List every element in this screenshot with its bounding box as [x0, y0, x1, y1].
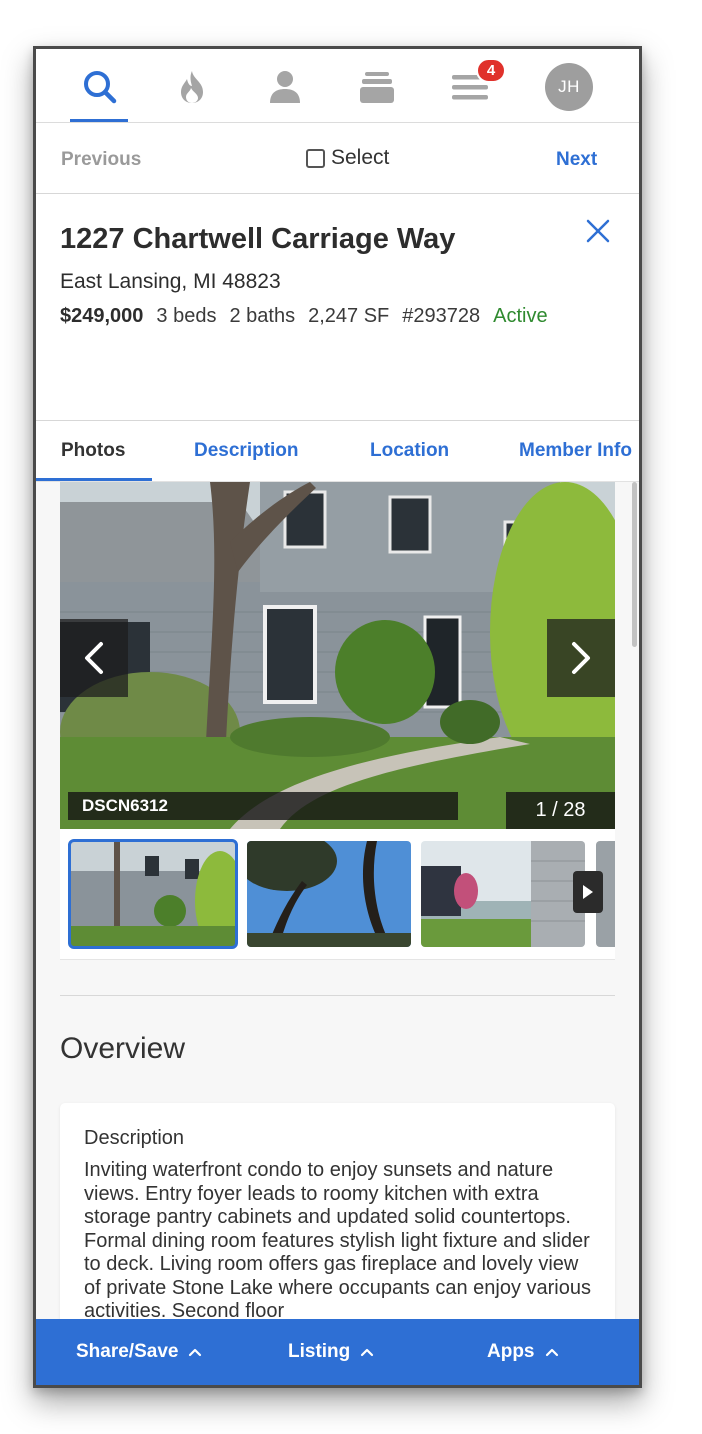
active-tab-indicator: [36, 478, 152, 481]
listing-header: 1227 Chartwell Carriage Way East Lansing…: [36, 195, 639, 421]
photo-counter: 1 / 28: [506, 792, 615, 829]
next-button[interactable]: Next: [556, 149, 597, 171]
tab-location[interactable]: Location: [370, 440, 449, 462]
flame-icon[interactable]: [172, 67, 212, 107]
photo-caption: DSCN6312: [68, 792, 458, 820]
tab-description[interactable]: Description: [194, 440, 299, 462]
content-area[interactable]: DSCN6312 1 / 28 Overview Description Inv…: [36, 482, 639, 1319]
tab-member-info[interactable]: Member Info: [519, 440, 632, 462]
listing-city: East Lansing, MI 48823: [60, 270, 281, 293]
select-control[interactable]: Select: [306, 146, 389, 170]
select-label: Select: [331, 146, 390, 169]
active-nav-indicator: [70, 119, 128, 122]
listing-menu-button[interactable]: Listing: [288, 1341, 374, 1363]
top-nav: 4 JH: [36, 49, 639, 123]
section-divider: [60, 995, 615, 996]
listing-mls-number: #293728: [402, 305, 481, 327]
scrollbar[interactable]: [632, 482, 637, 647]
search-icon[interactable]: [80, 67, 120, 107]
house-photo: [60, 482, 615, 829]
chevron-up-icon: [545, 1348, 558, 1357]
listing-price: $249,000: [60, 305, 144, 327]
app-frame: 4 JH Previous Select Next 1227 Chartwell…: [33, 46, 642, 1388]
next-photo-button[interactable]: [547, 619, 615, 697]
description-label: Description: [84, 1127, 185, 1149]
listing-menu-label: Listing: [288, 1341, 351, 1362]
share-save-button[interactable]: Share/Save: [76, 1341, 202, 1363]
select-checkbox[interactable]: [306, 148, 325, 168]
thumbnail[interactable]: [247, 841, 411, 947]
listing-tabs: Photos Description Location Member Info: [36, 422, 639, 482]
user-avatar[interactable]: JH: [545, 63, 593, 111]
main-photo[interactable]: DSCN6312 1 / 28: [60, 482, 615, 829]
description-text: Inviting waterfront condo to enjoy sunse…: [84, 1159, 591, 1319]
listing-size: 2,247 SF: [308, 305, 390, 327]
apps-menu-label: Apps: [487, 1341, 535, 1362]
thumbnail-next-button[interactable]: [573, 871, 603, 913]
thumbnail[interactable]: [421, 841, 585, 947]
share-save-label: Share/Save: [76, 1341, 179, 1362]
thumbnail[interactable]: [68, 839, 238, 949]
thumbnail-strip: [60, 829, 615, 960]
bottom-action-bar: Share/Save Listing Apps: [36, 1319, 639, 1385]
tab-photos[interactable]: Photos: [61, 440, 125, 462]
listing-pager: Previous Select Next: [36, 124, 639, 194]
person-icon[interactable]: [265, 67, 305, 107]
description-card: Description Inviting waterfront condo to…: [60, 1103, 615, 1319]
stack-icon[interactable]: [357, 67, 397, 107]
chevron-up-icon: [189, 1348, 202, 1357]
listing-address: 1227 Chartwell Carriage Way: [60, 223, 456, 255]
previous-photo-button[interactable]: [60, 619, 128, 697]
listing-baths: 2 baths: [229, 305, 296, 327]
overview-heading: Overview: [60, 1032, 186, 1065]
close-icon[interactable]: [584, 217, 612, 245]
listing-status: Active: [493, 305, 548, 327]
listing-facts: $249,000 3 beds 2 baths 2,247 SF #293728…: [60, 305, 548, 328]
chevron-up-icon: [361, 1348, 374, 1357]
listing-beds: 3 beds: [156, 305, 217, 327]
notification-badge: 4: [476, 58, 506, 83]
previous-button[interactable]: Previous: [61, 149, 141, 171]
apps-menu-button[interactable]: Apps: [487, 1341, 559, 1363]
